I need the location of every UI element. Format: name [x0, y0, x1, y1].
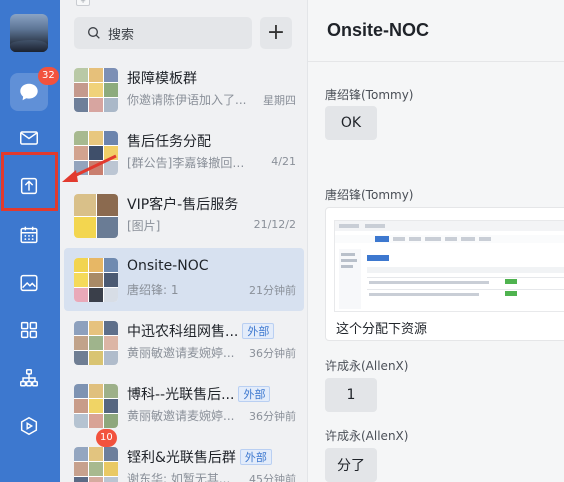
message-sender: 许成永(AllenX) — [325, 359, 409, 373]
user-avatar[interactable] — [10, 14, 48, 52]
message-sender: 许成永(AllenX) — [325, 429, 409, 443]
conversation-item[interactable]: VIP客户-售后服务 [图片] 21/12/2 — [64, 184, 304, 247]
left-nav-rail: 32 — [0, 0, 60, 482]
photo-icon — [20, 274, 38, 292]
conversation-time: 星期四 — [263, 94, 296, 107]
conversation-name: 报障模板群 — [127, 71, 197, 87]
nav-photos-button[interactable] — [10, 264, 48, 302]
annotation-arrow — [62, 154, 117, 182]
play-box-icon — [20, 416, 38, 436]
conversation-time: 21分钟前 — [249, 284, 296, 297]
conversation-time: 4/21 — [271, 155, 296, 168]
mail-icon — [20, 131, 38, 145]
org-chart-icon — [20, 369, 38, 387]
conversation-item[interactable]: 博科--光联售后... 外部 黄丽敏邀请麦婉婷... 36分钟前 — [64, 374, 304, 437]
search-placeholder: 搜索 — [108, 27, 135, 43]
nav-calendar-button[interactable] — [10, 216, 48, 254]
message-bubble[interactable]: OK — [325, 106, 377, 140]
add-button[interactable]: + — [260, 17, 292, 49]
group-avatar — [74, 447, 118, 482]
nav-media-button[interactable] — [10, 407, 48, 445]
conversation-item[interactable]: 10 铿利&光联售后群 外部 谢东华: 如暂无其... 45分钟前 — [64, 429, 304, 482]
nav-org-button[interactable] — [10, 359, 48, 397]
conversation-list-panel: + 搜索 + 报障模板群 你邀请陈伊语加入了... 星期四 售后任务分配 [群公… — [60, 0, 308, 482]
conversation-preview: [群公告]李嘉锋撤回了... — [127, 156, 251, 170]
conversation-item[interactable]: 报障模板群 你邀请陈伊语加入了... 星期四 — [64, 58, 304, 121]
unread-badge: 32 — [38, 67, 59, 85]
image-message[interactable]: 这个分配下资源 — [325, 207, 564, 341]
conversation-preview: 你邀请陈伊语加入了... — [127, 93, 247, 107]
conversation-name: VIP客户-售后服务 — [127, 197, 239, 213]
annotation-highlight-box — [1, 152, 58, 211]
conversation-preview: 唐绍锋: 1 — [127, 283, 179, 297]
group-avatar — [74, 321, 118, 365]
chat-pane: Onsite-NOC 唐绍锋(Tommy) OK 唐绍锋(Tommy) 这个分配… — [308, 0, 564, 482]
group-avatar — [74, 384, 118, 428]
external-tag: 外部 — [238, 386, 271, 402]
external-tag: 外部 — [239, 449, 272, 465]
conversation-time: 36分钟前 — [249, 410, 296, 423]
conversation-name: 中迅农科组网售... 外部 — [127, 321, 275, 341]
conversation-name: Onsite-NOC — [127, 258, 209, 274]
group-avatar — [74, 194, 118, 238]
conversation-name: 售后任务分配 — [127, 134, 211, 150]
conversation-preview: 黄丽敏邀请麦婉婷... — [127, 409, 235, 423]
message-bubble[interactable]: 分了 — [325, 448, 377, 482]
conversation-item-selected[interactable]: Onsite-NOC 唐绍锋: 1 21分钟前 — [64, 248, 304, 311]
image-caption: 这个分配下资源 — [336, 322, 428, 337]
chat-title: Onsite-NOC — [327, 20, 430, 40]
thumbnail-image — [335, 221, 564, 309]
unread-badge: 10 — [96, 429, 117, 447]
conversation-time: 36分钟前 — [249, 347, 296, 360]
conversation-item[interactable]: 中迅农科组网售... 外部 黄丽敏邀请麦婉婷... 36分钟前 — [64, 311, 304, 374]
nav-messages-button[interactable]: 32 — [10, 67, 59, 111]
group-avatar — [74, 68, 118, 112]
window-tab-marker: + — [76, 0, 90, 6]
screenshot-thumbnail[interactable] — [334, 220, 564, 312]
message-sender: 唐绍锋(Tommy) — [325, 188, 414, 202]
conversation-name: 博科--光联售后... 外部 — [127, 384, 271, 404]
conversation-preview: 谢东华: 如暂无其... — [127, 472, 231, 482]
external-tag: 外部 — [242, 323, 275, 339]
search-icon — [88, 27, 100, 39]
search-input[interactable]: 搜索 — [74, 17, 252, 49]
nav-apps-button[interactable] — [10, 311, 48, 349]
chat-header: Onsite-NOC — [308, 0, 564, 62]
group-avatar — [74, 258, 118, 302]
conversation-time: 21/12/2 — [253, 218, 296, 231]
app-window: 32 + 搜索 + 报障模板群 你邀请陈伊语加入了... 星期四 售后任务分配 … — [0, 0, 564, 482]
conversation-name: 铿利&光联售后群 外部 — [127, 447, 272, 467]
message-bubble[interactable]: 1 — [325, 378, 377, 412]
conversation-preview: [图片] — [127, 219, 161, 233]
chat-bubble-icon — [20, 83, 38, 101]
apps-grid-icon — [20, 321, 38, 339]
message-sender: 唐绍锋(Tommy) — [325, 88, 414, 102]
conversation-preview: 黄丽敏邀请麦婉婷... — [127, 346, 235, 360]
conversation-time: 45分钟前 — [249, 473, 296, 482]
calendar-icon — [20, 226, 38, 244]
